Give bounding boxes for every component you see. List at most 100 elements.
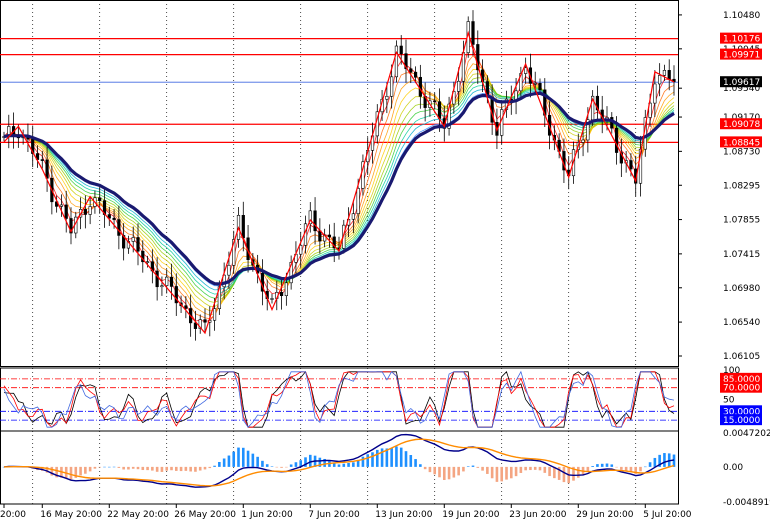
candle-body-27 [131,237,135,242]
macd-bar-55 [265,464,269,467]
macd-bar-28 [136,466,140,470]
macd-bar-88 [423,466,427,470]
macd-bar-83 [399,447,403,467]
macd-bar-111 [533,466,537,470]
price-axis-label-5: 1.08295 [723,181,760,191]
chart[interactable]: 1.104801.100451.095401.091701.087301.082… [0,0,770,520]
candle-body-95 [457,80,461,92]
macd-bar-102 [490,466,494,479]
macd-bar-50 [241,447,245,467]
candle-body-44 [212,308,217,321]
price-level-label-0: 1.10176 [723,35,760,45]
macd-bar-30 [146,466,149,471]
macd-bar-58 [280,466,283,468]
macd-bar-92 [442,466,446,480]
macd-bar-104 [500,466,504,482]
time-axis-label-3: 26 May 20:00 [174,510,236,520]
candle-body-34 [165,276,169,286]
oscillator-panel-frame [0,367,679,432]
macd-bar-33 [160,466,164,472]
candle-body-24 [117,219,121,236]
macd-bar-94 [452,466,456,478]
macd-bar-123 [591,466,594,467]
macd-bar-59 [285,466,288,468]
macd-bar-126 [605,463,609,467]
macd-bar-56 [270,466,274,467]
macd-bar-128 [615,466,618,468]
macd-bar-44 [213,465,216,467]
macd-bar-16 [79,466,82,476]
osc-level-label-3: 15.0000 [723,416,760,426]
macd-bar-97 [466,466,470,467]
candle-body-9 [45,159,49,179]
candle-body-91 [437,101,442,119]
macd-bar-127 [610,464,614,467]
candle-body-112 [538,83,542,91]
macd-bar-87 [419,464,422,467]
macd-bar-60 [289,464,293,467]
time-axis-label-7: 19 Jun 20:00 [442,510,499,520]
candle-body-56 [270,298,274,300]
candle-body-73 [351,213,355,220]
price-level-label-3: 1.08845 [723,138,760,148]
macd-bar-23 [112,466,116,468]
macd-bar-99 [476,466,480,468]
candle-body-66 [318,230,322,242]
macd-bar-113 [543,466,547,473]
macd-bar-106 [509,466,513,479]
macd-bar-21 [103,466,106,468]
candle-body-20 [98,197,102,201]
macd-bar-75 [361,456,365,467]
candle-body-80 [385,95,389,100]
candle-body-121 [581,139,585,143]
candle-body-109 [524,67,528,74]
macd-axis-label-2: -0.0048919 [723,498,770,508]
macd-bar-42 [203,466,207,470]
macd-bar-90 [433,466,437,475]
time-axis-label-0: 20:00 [0,510,26,520]
candle-body-32 [155,270,159,288]
macd-bar-37 [179,466,183,472]
macd-bar-41 [198,466,202,471]
macd-bar-70 [337,464,341,467]
macd-bar-124 [596,464,599,467]
macd-axis-label-1: 0.00 [723,463,743,473]
macd-bar-46 [222,458,226,467]
macd-bar-84 [404,451,408,467]
candle-body-131 [629,160,633,170]
macd-bar-134 [643,466,647,468]
macd-bar-20 [98,466,102,468]
time-axis-label-1: 16 May 20:00 [40,510,102,520]
macd-bar-129 [620,466,623,470]
macd-bar-96 [462,466,465,472]
candle-body-17 [83,209,87,215]
macd-bar-133 [639,466,642,472]
osc-axis-label-0: 100 [723,366,740,376]
macd-bar-73 [352,462,355,467]
macd-bar-72 [347,462,350,467]
price-axis-label-7: 1.07415 [723,250,760,260]
macd-bar-120 [576,466,580,478]
macd-bar-47 [227,455,231,467]
time-axis-label-4: 1 Jun 20:00 [241,510,293,520]
macd-bar-14 [69,466,73,480]
candle-body-12 [59,204,64,207]
macd-bar-27 [131,466,135,469]
candle-body-68 [327,234,332,238]
candle-body-30 [145,261,150,263]
price-level-label-1: 1.09971 [723,51,760,61]
macd-bar-17 [84,466,87,474]
candle-body-137 [658,75,662,85]
macd-bar-39 [189,466,192,472]
candle-body-65 [313,210,317,232]
candle-body-50 [241,215,245,239]
macd-bar-125 [600,463,604,467]
macd-axis-label-0: 0.0047202 [723,429,770,439]
macd-bar-57 [275,466,279,468]
candle-body-74 [356,188,360,215]
macd-bar-34 [165,466,169,471]
macd-bar-19 [93,466,97,469]
current-price-label: 1.09617 [723,78,760,88]
candle-body-98 [471,21,475,45]
macd-bar-49 [237,447,240,467]
